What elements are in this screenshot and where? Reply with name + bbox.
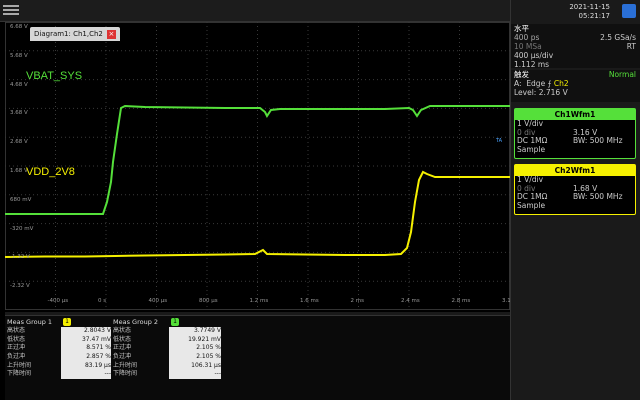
x-tick-label: 800 µs <box>199 298 218 304</box>
meas-label: 上升时间 <box>113 361 138 369</box>
meas-value: --- <box>169 370 221 379</box>
channel-2-acq-mode: Sample <box>517 200 546 210</box>
x-tick-label: 2.4 ms <box>401 298 420 304</box>
trigger-type: Edge <box>526 79 546 88</box>
measurement-panel-header <box>5 312 510 316</box>
horizontal-settings[interactable]: 水平 400 ps 2.5 GSa/s 10 MSa RT 400 µs/div 1… <box>511 24 640 69</box>
meas-group-2-badge: 1 <box>171 318 179 326</box>
status-time: 05:21:17 <box>578 12 610 20</box>
x-tick-label: 2.8 ms <box>451 298 471 304</box>
x-tick-label: 1.2 ms <box>249 298 269 304</box>
horizontal-value: 400 ps <box>514 33 540 42</box>
y-tick-label: -320 mV <box>10 225 34 232</box>
y-tick-label: -1.32 V <box>10 254 30 261</box>
diagram-tab-label: Diagram1: Ch1,Ch2 <box>34 30 103 38</box>
meas-value: 2.105 % <box>169 344 221 353</box>
menu-icon[interactable] <box>3 3 19 19</box>
trigger-level: Level: 2.716 V <box>514 88 568 97</box>
meas-label: 下降时间 <box>7 370 32 378</box>
edge-icon: ⨍ <box>547 79 552 88</box>
meas-value: 2.857 % <box>61 353 111 362</box>
channel-1-acq-mode: Sample <box>517 144 546 154</box>
y-tick-label: 3.68 V <box>10 110 28 117</box>
channel-1-box[interactable]: Ch1Wfm1 1 V/div 0 div 3.16 V DC 1MΩ BW: 50… <box>514 108 636 159</box>
measurement-panel: Meas Group 11 高状态 2.8043 V 低状态 37.47 mV 正过… <box>5 312 510 400</box>
meas-group-2-header: Meas Group 2 1 <box>113 318 221 327</box>
meas-label: 低状态 <box>113 335 132 343</box>
brand-logo-icon <box>622 4 636 18</box>
x-tick-label: 2 ms <box>350 298 364 304</box>
horizontal-value: 1.112 ms <box>514 60 550 69</box>
trigger-title: 触发 <box>514 70 529 79</box>
x-tick-label: 400 µs <box>148 298 168 304</box>
meas-label: 正过冲 <box>7 344 26 352</box>
y-tick-label: 6.68 V <box>10 24 28 30</box>
right-panel: 2021-11-15 05:21:17 水平 400 ps 2.5 GSa/s 1… <box>510 0 640 400</box>
meas-group-1-header: Meas Group 1 1 <box>7 318 111 327</box>
meas-value: 106.31 µs <box>169 361 221 371</box>
trigger-mode: Normal <box>608 70 636 79</box>
meas-value: 2.8043 V <box>61 327 111 336</box>
meas-group-1-title: Meas Group 1 <box>7 318 53 326</box>
horizontal-value: 2.5 GSa/s <box>600 33 636 42</box>
horizontal-value: 10 MSa <box>514 42 542 51</box>
meas-value: 3.7749 V <box>169 327 221 336</box>
marker-label: TA <box>496 138 503 144</box>
y-tick-label: 4.68 V <box>10 81 28 88</box>
meas-label: 上升时间 <box>7 361 32 369</box>
meas-value: 83.19 µs <box>61 361 111 371</box>
trigger-source: Ch2 <box>553 79 569 88</box>
meas-label: 高状态 <box>7 327 26 334</box>
horizontal-title: 水平 <box>514 24 529 33</box>
meas-label: 高状态 <box>113 327 132 334</box>
x-tick-label: 0 s <box>98 298 107 304</box>
waveform-plot[interactable] <box>5 22 510 310</box>
meas-group-1[interactable]: Meas Group 1 1 高状态 2.8043 V 低状态 37.47 mV 正过… <box>7 318 111 379</box>
meas-label: 负过冲 <box>113 353 132 361</box>
meas-value: 2.105 % <box>169 353 221 362</box>
meas-label: 负过冲 <box>7 353 26 361</box>
meas-value: 8.571 % <box>61 344 111 353</box>
meas-value: --- <box>61 370 111 379</box>
diagram-tab[interactable]: Diagram1: Ch1,Ch2 × <box>30 27 120 41</box>
channel-2-bandwidth: BW: 500 MHz <box>573 192 623 201</box>
trigger-source-prefix: A: <box>514 79 522 88</box>
y-tick-label: -2.32 V <box>10 283 30 290</box>
trigger-settings[interactable]: 触发 Normal A: Edge ⨍ Ch2 Level: 2.716 V <box>511 70 640 102</box>
grid <box>5 22 510 310</box>
meas-group-2[interactable]: Meas Group 2 1 高状态 3.7749 V 低状态 19.921 mV 正… <box>113 318 221 379</box>
meas-label: 低状态 <box>7 335 26 343</box>
channel-2-box[interactable]: Ch2Wfm1 1 V/div 0 div 1.68 V DC 1MΩ BW: 50… <box>514 164 636 215</box>
y-tick-label: 680 mV <box>10 196 32 203</box>
trace-label-vbat-sys: VBAT_SYS <box>26 70 83 82</box>
x-tick-label: 1.6 ms <box>300 298 319 304</box>
x-tick-label: -400 µs <box>47 298 69 304</box>
meas-group-1-badge: 1 <box>63 318 71 326</box>
channel-1-bandwidth: BW: 500 MHz <box>573 136 623 145</box>
y-tick-label: 5.68 V <box>10 52 28 59</box>
meas-group-2-title: Meas Group 2 <box>113 318 159 326</box>
y-tick-label: 2.68 V <box>10 139 28 146</box>
meas-value: 19.921 mV <box>169 335 221 345</box>
status-date: 2021-11-15 <box>569 3 610 11</box>
trace-label-vdd-2v8: VDD_2V8 <box>26 166 75 178</box>
top-toolbar <box>0 0 510 22</box>
close-icon[interactable]: × <box>106 29 116 39</box>
oscilloscope-screen: Diagram1: Ch1,Ch2 × 6.68 V 5.68 V 4.68 V 3.6… <box>0 0 640 400</box>
horizontal-value: 400 µs/div <box>514 51 554 60</box>
meas-label: 下降时间 <box>113 370 138 378</box>
horizontal-value: RT <box>626 42 636 51</box>
meas-value: 37.47 mV <box>61 335 111 345</box>
meas-label: 正过冲 <box>113 344 132 352</box>
